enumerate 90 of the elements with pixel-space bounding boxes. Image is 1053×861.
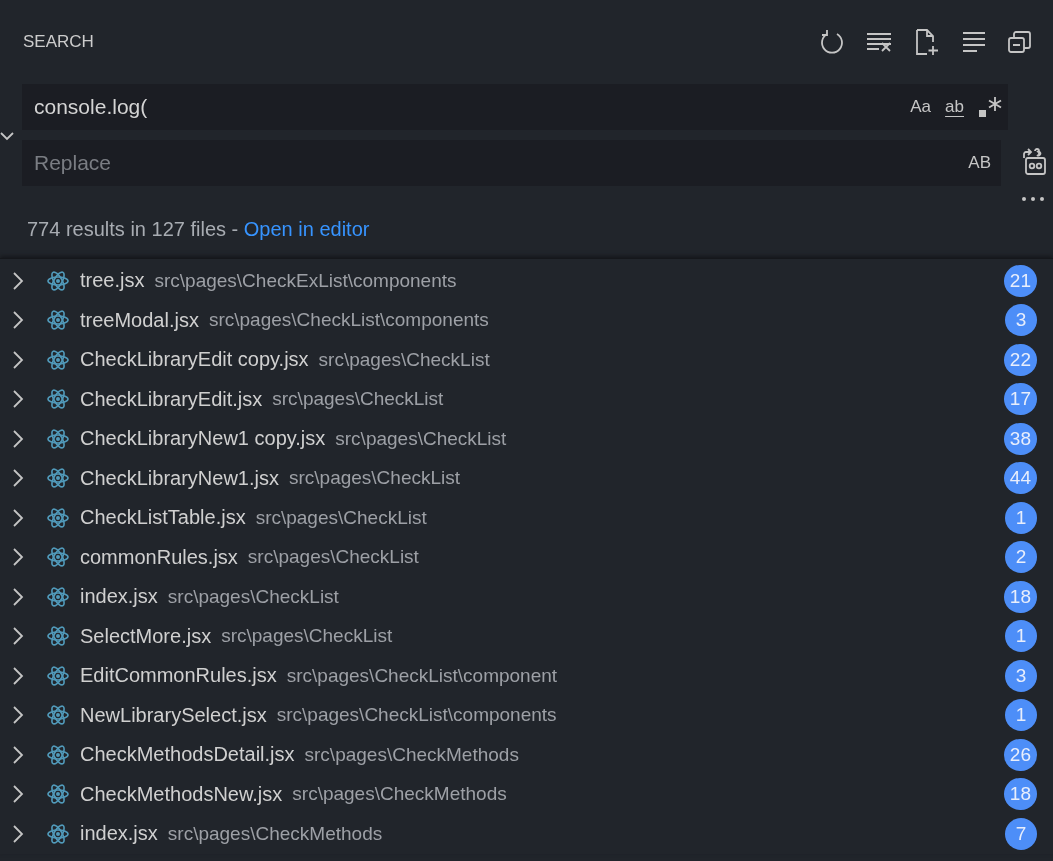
- file-name: EditCommonRules.jsx: [80, 664, 277, 688]
- match-case-toggle[interactable]: Aa: [910, 97, 932, 117]
- react-atom-icon: [46, 426, 70, 451]
- match-word-toggle[interactable]: ab: [945, 97, 964, 117]
- file-name: CheckLibraryEdit.jsx: [80, 387, 263, 411]
- react-atom-icon: [46, 308, 70, 333]
- refresh-icon[interactable]: [819, 29, 845, 55]
- file-name: treeModal.jsx: [80, 308, 199, 332]
- react-atom-icon: [46, 703, 70, 728]
- react-atom-icon: [46, 347, 70, 372]
- result-row[interactable]: EditCommonRules.jsx src\pages\CheckList\component 3: [0, 656, 1053, 696]
- file-path: src\pages\CheckExList\components: [154, 269, 458, 292]
- result-row[interactable]: SelectMore.jsx src\pages\CheckList 1: [0, 616, 1053, 656]
- file-path: src\pages\CheckList: [272, 388, 445, 411]
- file-name: CheckMethodsNew.jsx: [80, 782, 283, 806]
- open-in-editor-link[interactable]: Open in editor: [243, 218, 370, 240]
- react-atom-icon: [46, 505, 70, 530]
- chevron-icon[interactable]: [0, 131, 14, 141]
- count-badge: 1: [1005, 620, 1037, 653]
- result-row[interactable]: CheckLibraryNew1 copy.jsx src\pages\CheckList 38: [0, 419, 1053, 459]
- file-path: src\pages\CheckList: [255, 506, 428, 529]
- count-badge: 18: [1003, 778, 1037, 811]
- react-atom-icon: [46, 663, 70, 688]
- file-path: src\pages\CheckList: [221, 625, 394, 648]
- react-atom-icon: [46, 782, 70, 807]
- result-row[interactable]: CheckLibraryEdit copy.jsx src\pages\CheckList 22: [0, 340, 1053, 380]
- file-name: tree.jsx: [80, 269, 145, 293]
- file-name: CheckLibraryEdit copy.jsx: [80, 348, 309, 372]
- file-name: CheckMethodsDetail.jsx: [80, 743, 295, 767]
- result-row[interactable]: tree.jsx src\pages\CheckExList\components 21: [0, 261, 1053, 301]
- file-path: src\pages\CheckMethods: [304, 743, 520, 766]
- react-atom-icon: [46, 268, 70, 293]
- result-row[interactable]: CheckLibraryEdit.jsx src\pages\CheckList 17: [0, 379, 1053, 419]
- regex-icon[interactable]: [978, 95, 1002, 119]
- file-path: src\pages\CheckList: [167, 585, 340, 608]
- file-name: index.jsx: [80, 585, 158, 609]
- collapse-all-icon[interactable]: [1007, 29, 1033, 55]
- result-row[interactable]: CheckMethodsNew.jsx src\pages\CheckMethods 18: [0, 774, 1053, 814]
- result-row[interactable]: commonRules.jsx src\pages\CheckList 2: [0, 537, 1053, 577]
- count-badge: 2: [1005, 541, 1037, 574]
- result-row[interactable]: CheckLibraryNew1.jsx src\pages\CheckList 44: [0, 458, 1053, 498]
- file-path: src\pages\CheckList\component: [286, 664, 559, 687]
- file-name: CheckLibraryNew1 copy.jsx: [80, 427, 326, 451]
- file-name: NewLibrarySelect.jsx: [80, 703, 267, 727]
- react-atom-icon: [46, 545, 70, 570]
- count-badge: 3: [1005, 659, 1037, 692]
- count-badge: 3: [1005, 304, 1037, 337]
- count-badge: 7: [1005, 817, 1037, 850]
- results-summary: 774 results in 127 files -: [27, 218, 240, 240]
- lines-icon[interactable]: [961, 29, 987, 55]
- count-badge: 18: [1003, 580, 1037, 613]
- file-path: src\pages\CheckList\components: [276, 704, 558, 727]
- file-name: commonRules.jsx: [80, 545, 238, 569]
- count-badge: 1: [1005, 699, 1037, 732]
- preserve-case-toggle[interactable]: AB: [968, 153, 991, 173]
- result-row[interactable]: treeModal.jsx src\pages\CheckList\components 3: [0, 300, 1053, 340]
- file-path: src\pages\CheckMethods: [167, 822, 384, 845]
- react-atom-icon: [46, 821, 70, 846]
- count-badge: 21: [1003, 264, 1037, 297]
- new-file-icon[interactable]: [913, 28, 941, 56]
- result-row[interactable]: index.jsx src\pages\CheckList 18: [0, 577, 1053, 617]
- react-atom-icon: [46, 387, 70, 412]
- react-atom-icon: [46, 742, 70, 767]
- replace-field[interactable]: Replace AB: [22, 140, 1001, 186]
- count-badge: 26: [1003, 738, 1037, 771]
- file-name: index.jsx: [80, 822, 158, 846]
- file-path: src\pages\CheckList: [335, 427, 508, 450]
- result-row[interactable]: CheckMethodsDetail.jsx src\pages\CheckMethods 26: [0, 735, 1053, 775]
- file-path: src\pages\CheckList: [288, 467, 462, 490]
- react-atom-icon: [46, 466, 70, 491]
- result-row[interactable]: NewLibrarySelect.jsx src\pages\CheckList\components 1: [0, 695, 1053, 735]
- file-name: CheckLibraryNew1.jsx: [80, 466, 279, 490]
- file-name: SelectMore.jsx: [80, 624, 212, 648]
- file-path: src\pages\CheckMethods: [292, 783, 508, 806]
- count-badge: 1: [1005, 501, 1037, 534]
- file-path: src\pages\CheckList\components: [208, 309, 490, 332]
- more-icon[interactable]: [1021, 196, 1045, 202]
- react-atom-icon: [46, 584, 70, 609]
- file-path: src\pages\CheckList: [247, 546, 420, 569]
- panel-title: SEARCH: [23, 32, 94, 52]
- count-badge: 17: [1003, 383, 1037, 416]
- count-badge: 44: [1003, 462, 1037, 495]
- file-name: CheckListTable.jsx: [80, 506, 246, 530]
- react-atom-icon: [46, 624, 70, 649]
- count-badge: 38: [1003, 422, 1037, 455]
- search-field[interactable]: console.log( Aa ab: [22, 84, 1008, 130]
- result-row[interactable]: index.jsx src\pages\CheckMethods 7: [0, 814, 1053, 854]
- result-row[interactable]: CheckListTable.jsx src\pages\CheckList 1: [0, 498, 1053, 538]
- file-path: src\pages\CheckList: [318, 348, 491, 371]
- count-badge: 22: [1003, 343, 1037, 376]
